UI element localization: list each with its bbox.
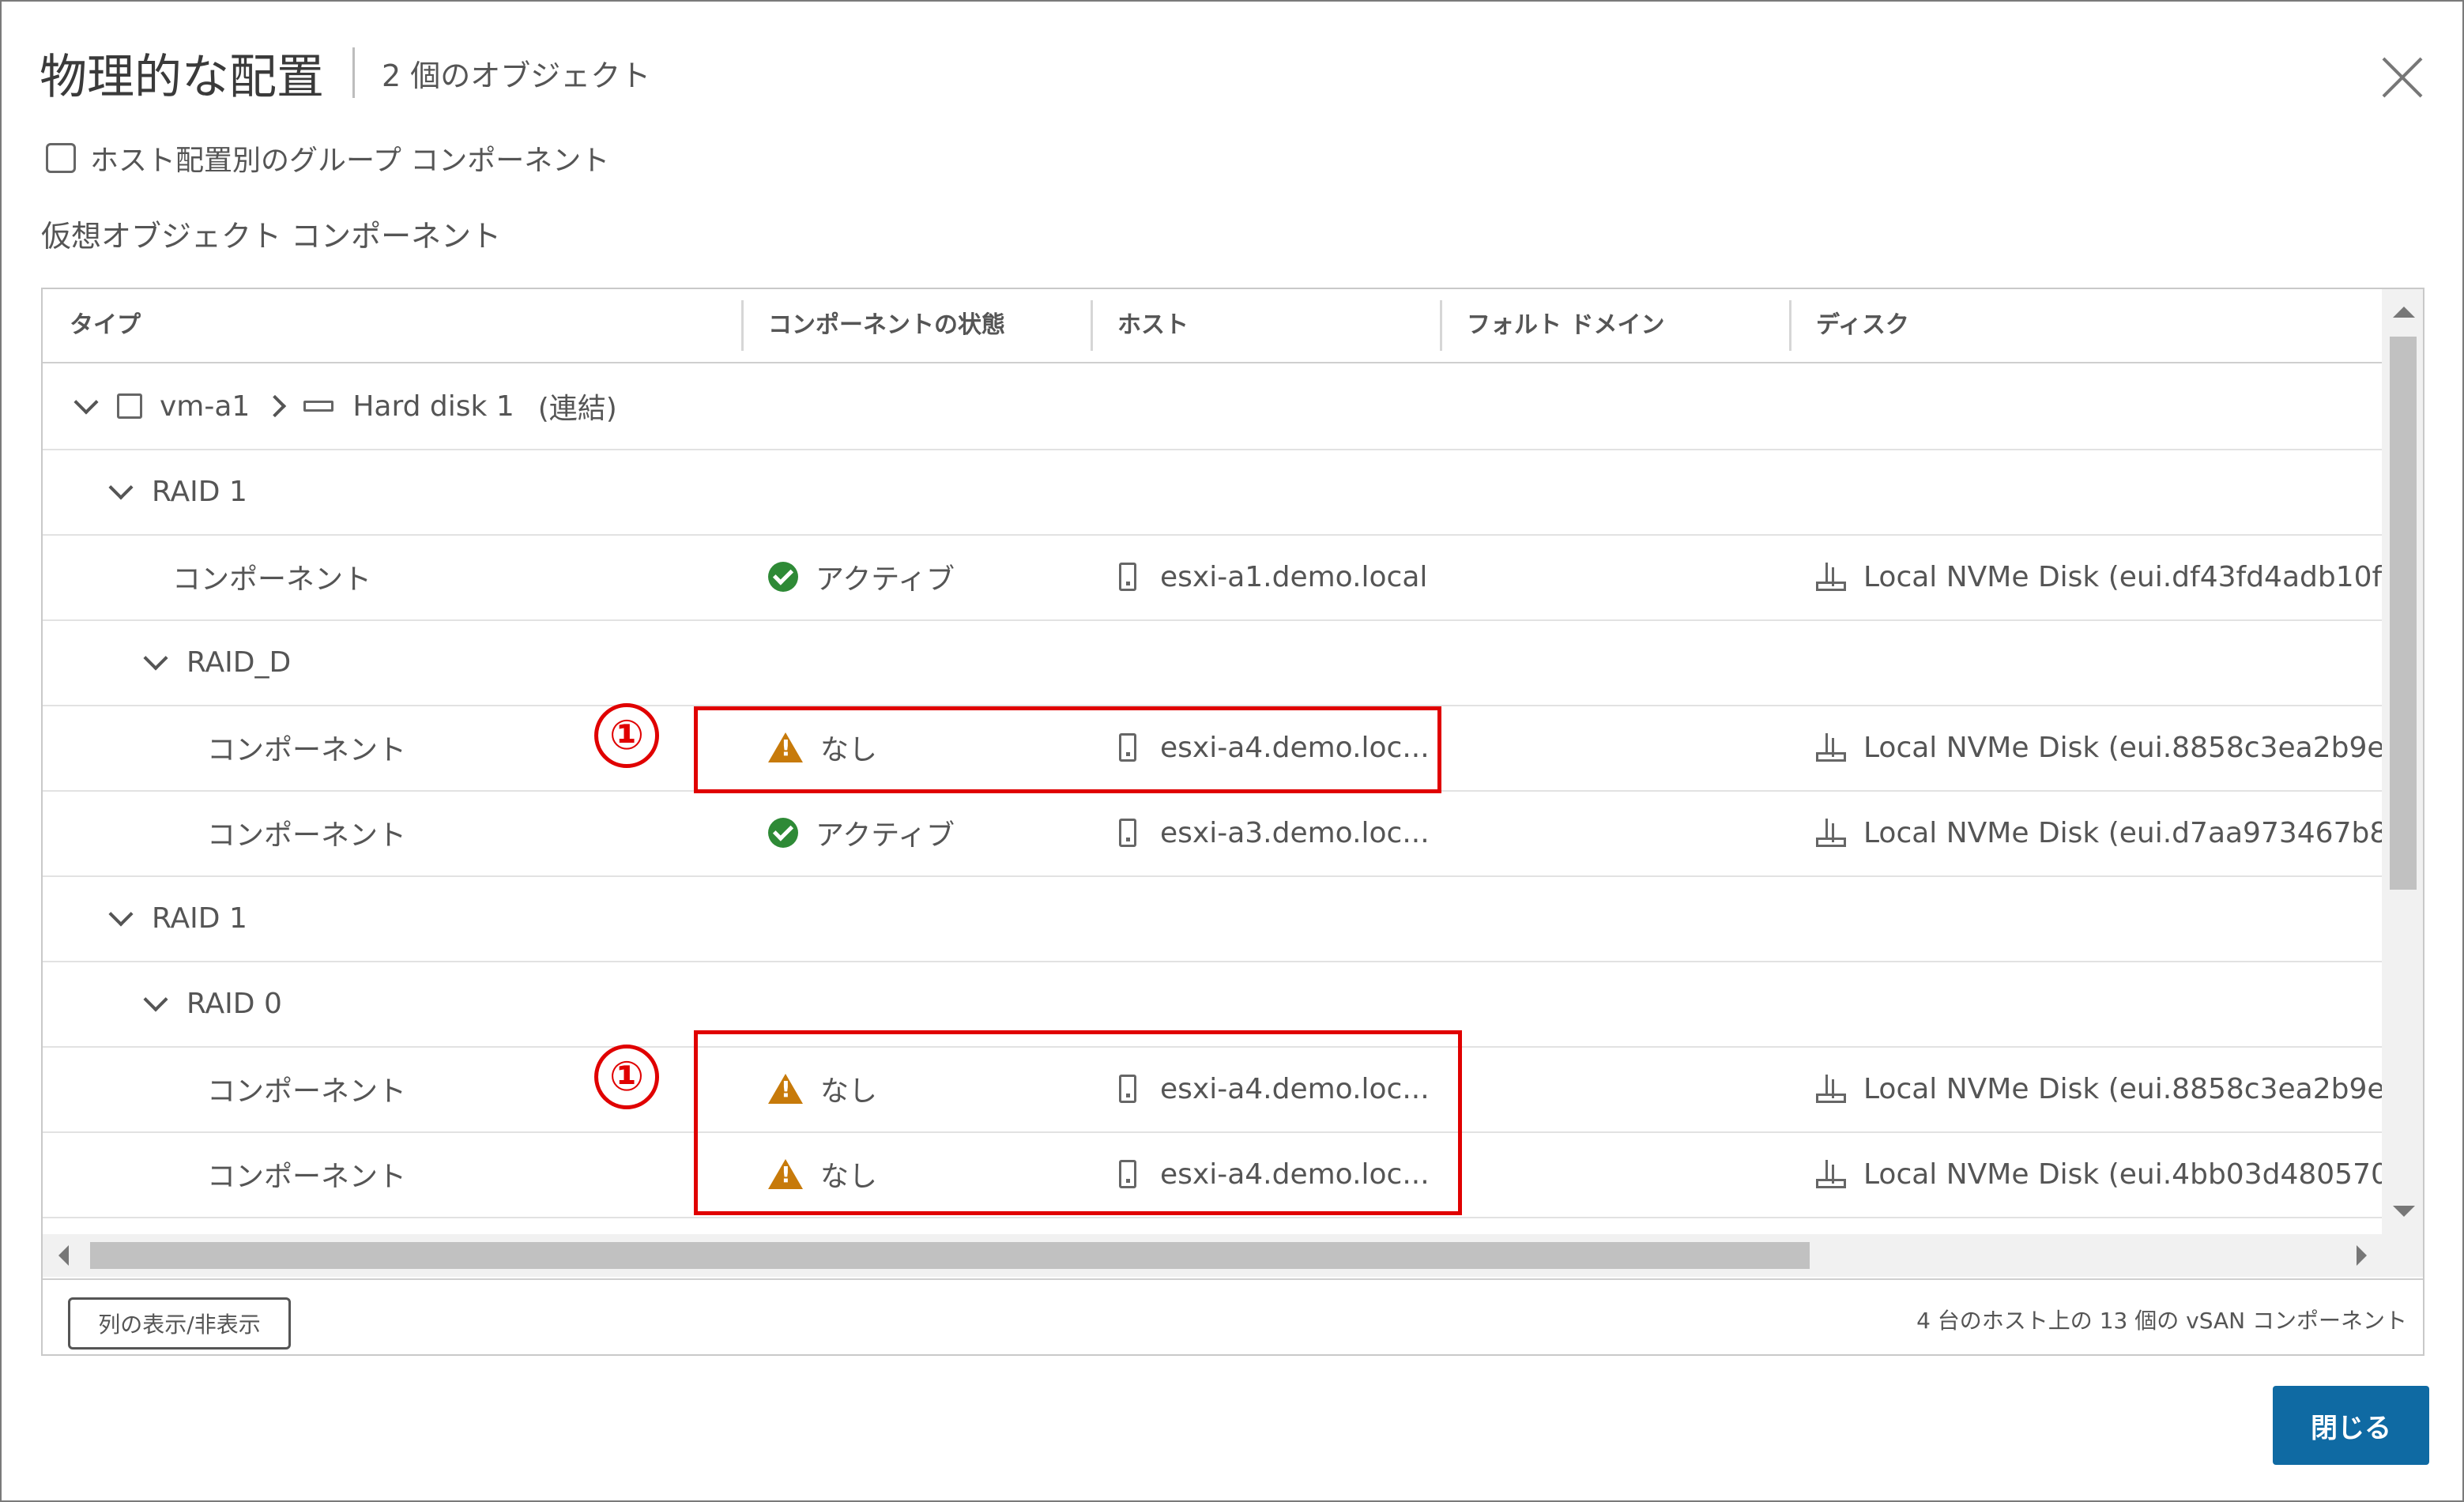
- disk-icon: [1816, 1160, 1846, 1188]
- group-by-host-checkbox[interactable]: ホスト配置別のグループ コンポーネント: [46, 137, 609, 179]
- disk-icon: [1816, 819, 1846, 847]
- table-row-vm[interactable]: vm-a1 Hard disk 1 (連結): [43, 363, 2382, 450]
- status-text: アクティブ: [816, 563, 955, 596]
- raid-label: RAID 0: [186, 987, 282, 1020]
- scroll-up-arrow-icon[interactable]: [2393, 307, 2415, 318]
- disk-link[interactable]: Local NVMe Disk (eui.8858c3ea2b9ea8: [1863, 732, 2382, 764]
- host-link[interactable]: esxi-a1.demo.local: [1160, 561, 1427, 593]
- type-cell: コンポーネント: [172, 563, 372, 596]
- highlight-box: [694, 1030, 1462, 1215]
- col-header-status[interactable]: コンポーネントの状態: [768, 289, 1005, 362]
- highlight-box: [694, 706, 1441, 793]
- table-row-raid[interactable]: RAID 1: [43, 449, 2382, 536]
- close-button[interactable]: 閉じる: [2273, 1386, 2429, 1465]
- table-row-component[interactable]: コンポーネント アクティブ esxi-a1.demo.local Local N…: [43, 534, 2382, 621]
- host-link[interactable]: esxi-a3.demo.loc...: [1160, 817, 1430, 849]
- disk-cell: Local NVMe Disk (eui.8858c3ea2b9ea8: [1816, 1046, 2382, 1131]
- col-header-fault-domain[interactable]: フォルト ドメイン: [1467, 289, 1664, 362]
- type-cell: コンポーネント: [207, 1161, 407, 1193]
- vm-path-cell: vm-a1 Hard disk 1 (連結): [73, 363, 617, 449]
- check-circle-icon: [768, 818, 798, 848]
- disk-icon: [1816, 733, 1846, 762]
- physical-placement-dialog: 物理的な配置 2 個のオブジェクト ホスト配置別のグループ コンポーネント 仮想…: [0, 0, 2464, 1502]
- group-by-host-label: ホスト配置別のグループ コンポーネント: [90, 145, 610, 177]
- disk-cell: Local NVMe Disk (eui.d7aa973467b881: [1816, 790, 2382, 875]
- type-cell: コンポーネント: [207, 819, 407, 852]
- col-resize-handle[interactable]: [1789, 300, 1791, 351]
- type-cell: RAID_D: [143, 619, 292, 705]
- table-row-raid[interactable]: RAID_D: [43, 619, 2382, 706]
- col-resize-handle[interactable]: [1440, 300, 1442, 351]
- raid-label: RAID 1: [152, 475, 247, 508]
- annotation-mark: ①: [594, 1045, 659, 1109]
- raid-label: RAID_D: [186, 646, 292, 679]
- col-header-host[interactable]: ホスト: [1117, 289, 1189, 362]
- col-header-disk[interactable]: ディスク: [1816, 289, 1909, 362]
- host-icon: [1119, 563, 1136, 591]
- hard-disk-suffix: (連結): [537, 393, 617, 425]
- disk-link[interactable]: Local NVMe Disk (eui.4bb03d48057014: [1863, 1158, 2382, 1191]
- type-cell: コンポーネント: [207, 734, 407, 766]
- vm-name[interactable]: vm-a1: [160, 390, 250, 423]
- grid-body: タイプ コンポーネントの状態 ホスト フォルト ドメイン ディスク vm-a1: [43, 289, 2382, 1218]
- col-resize-handle[interactable]: [1091, 300, 1093, 351]
- disk-cell: Local NVMe Disk (eui.4bb03d48057014: [1816, 1131, 2382, 1217]
- type-cell: コンポーネント: [207, 1075, 407, 1108]
- status-cell: アクティブ: [768, 790, 955, 875]
- check-circle-icon: [768, 562, 798, 592]
- chevron-down-icon[interactable]: [108, 475, 134, 500]
- grid-footer: 列の表示/非表示 4 台のホスト上の 13 個の vSAN コンポーネント: [43, 1278, 2423, 1354]
- title-divider: [352, 47, 355, 98]
- scroll-left-arrow-icon[interactable]: [58, 1245, 69, 1266]
- type-cell: RAID 1: [108, 875, 247, 961]
- table-row-component[interactable]: コンポーネント アクティブ esxi-a3.demo.loc... Local …: [43, 790, 2382, 877]
- vertical-scrollbar[interactable]: [2382, 289, 2423, 1277]
- col-header-type[interactable]: タイプ: [70, 289, 141, 362]
- vertical-scroll-thumb[interactable]: [2390, 337, 2417, 890]
- dialog-title: 物理的な配置: [40, 49, 324, 105]
- toggle-columns-button[interactable]: 列の表示/非表示: [68, 1297, 291, 1350]
- disk-icon: [1816, 563, 1846, 591]
- hard-disk-icon: [303, 401, 334, 412]
- annotation-mark: ①: [594, 703, 659, 768]
- host-icon: [1119, 819, 1136, 847]
- section-label: 仮想オブジェクト コンポーネント: [41, 219, 502, 254]
- chevron-down-icon[interactable]: [143, 987, 168, 1012]
- type-cell: RAID 0: [143, 961, 282, 1046]
- vm-icon: [117, 393, 142, 419]
- raid-label: RAID 1: [152, 902, 247, 935]
- chevron-down-icon[interactable]: [143, 646, 168, 671]
- disk-link[interactable]: Local NVMe Disk (eui.df43fd4adb10fcd: [1863, 561, 2382, 593]
- chevron-right-icon: [264, 394, 287, 418]
- grid-header: タイプ コンポーネントの状態 ホスト フォルト ドメイン ディスク: [43, 289, 2382, 363]
- checkbox-box[interactable]: [46, 143, 76, 173]
- chevron-down-icon[interactable]: [108, 902, 134, 927]
- close-icon[interactable]: [2379, 54, 2426, 101]
- components-grid: タイプ コンポーネントの状態 ホスト フォルト ドメイン ディスク vm-a1: [41, 288, 2424, 1356]
- hard-disk-name[interactable]: Hard disk 1: [352, 390, 514, 423]
- disk-cell: Local NVMe Disk (eui.8858c3ea2b9ea8: [1816, 705, 2382, 790]
- chevron-down-icon[interactable]: [73, 390, 99, 415]
- scroll-down-arrow-icon[interactable]: [2393, 1206, 2415, 1217]
- disk-link[interactable]: Local NVMe Disk (eui.8858c3ea2b9ea8: [1863, 1073, 2382, 1105]
- component-count-status: 4 台のホスト上の 13 個の vSAN コンポーネント: [1916, 1308, 2407, 1334]
- status-cell: アクティブ: [768, 534, 955, 619]
- host-cell: esxi-a3.demo.loc...: [1119, 790, 1430, 875]
- host-cell: esxi-a1.demo.local: [1119, 534, 1427, 619]
- table-row-raid[interactable]: RAID 1: [43, 875, 2382, 962]
- dialog-header: 物理的な配置 2 個のオブジェクト: [40, 33, 650, 112]
- object-count: 2 個のオブジェクト: [382, 58, 651, 93]
- scroll-right-arrow-icon[interactable]: [2357, 1245, 2367, 1266]
- type-cell: RAID 1: [108, 449, 247, 534]
- horizontal-scrollbar[interactable]: [43, 1234, 2382, 1277]
- disk-link[interactable]: Local NVMe Disk (eui.d7aa973467b881: [1863, 817, 2382, 849]
- status-text: アクティブ: [816, 819, 955, 852]
- disk-cell: Local NVMe Disk (eui.df43fd4adb10fcd: [1816, 534, 2382, 619]
- col-resize-handle[interactable]: [741, 300, 744, 351]
- horizontal-scroll-thumb[interactable]: [90, 1242, 1810, 1269]
- disk-icon: [1816, 1075, 1846, 1103]
